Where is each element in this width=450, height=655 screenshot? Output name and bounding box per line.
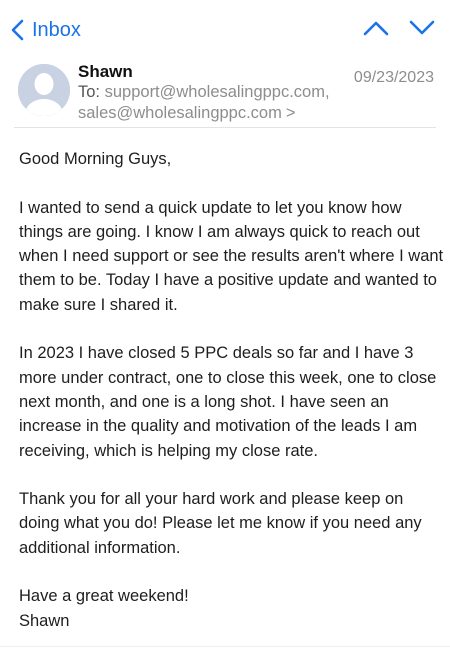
- message-navigation: [344, 18, 436, 42]
- to-label: To:: [78, 83, 101, 101]
- nav-bar: Inbox: [0, 0, 450, 60]
- header-divider: [14, 127, 436, 128]
- bottom-divider: [0, 646, 450, 647]
- recipient-email[interactable]: sales@wholesalingppc.com: [78, 104, 282, 122]
- recipients[interactable]: To: support@wholesalingppc.com, sales@wh…: [78, 82, 358, 124]
- next-message-button[interactable]: [408, 18, 436, 42]
- back-label: Inbox: [32, 19, 81, 41]
- avatar: [18, 64, 70, 116]
- closing: Have a great weekend! Shawn: [19, 584, 444, 633]
- person-silhouette-icon: [18, 64, 70, 116]
- sender-name[interactable]: Shawn: [78, 62, 133, 82]
- chevron-up-icon: [363, 20, 389, 41]
- message-header: Shawn 09/23/2023 To: support@wholesaling…: [0, 60, 450, 128]
- signature: Shawn: [19, 611, 70, 630]
- greeting: Good Morning Guys,: [19, 150, 172, 168]
- chevron-right-icon[interactable]: >: [286, 104, 296, 122]
- closing-line: Have a great weekend!: [19, 587, 189, 606]
- chevron-left-icon: [10, 19, 24, 41]
- chevron-down-icon: [409, 20, 435, 41]
- previous-message-button[interactable]: [362, 18, 390, 42]
- message-date: 09/23/2023: [353, 69, 434, 86]
- body-paragraph: I wanted to send a quick update to let y…: [19, 198, 444, 314]
- recipient-email[interactable]: support@wholesalingppc.com,: [105, 83, 330, 101]
- body-paragraph: Thank you for all your hard work and ple…: [19, 490, 422, 557]
- back-to-inbox-button[interactable]: Inbox: [10, 18, 81, 42]
- body-paragraph: In 2023 I have closed 5 PPC deals so far…: [19, 344, 437, 460]
- message-body: Good Morning Guys, I wanted to send a qu…: [19, 147, 444, 633]
